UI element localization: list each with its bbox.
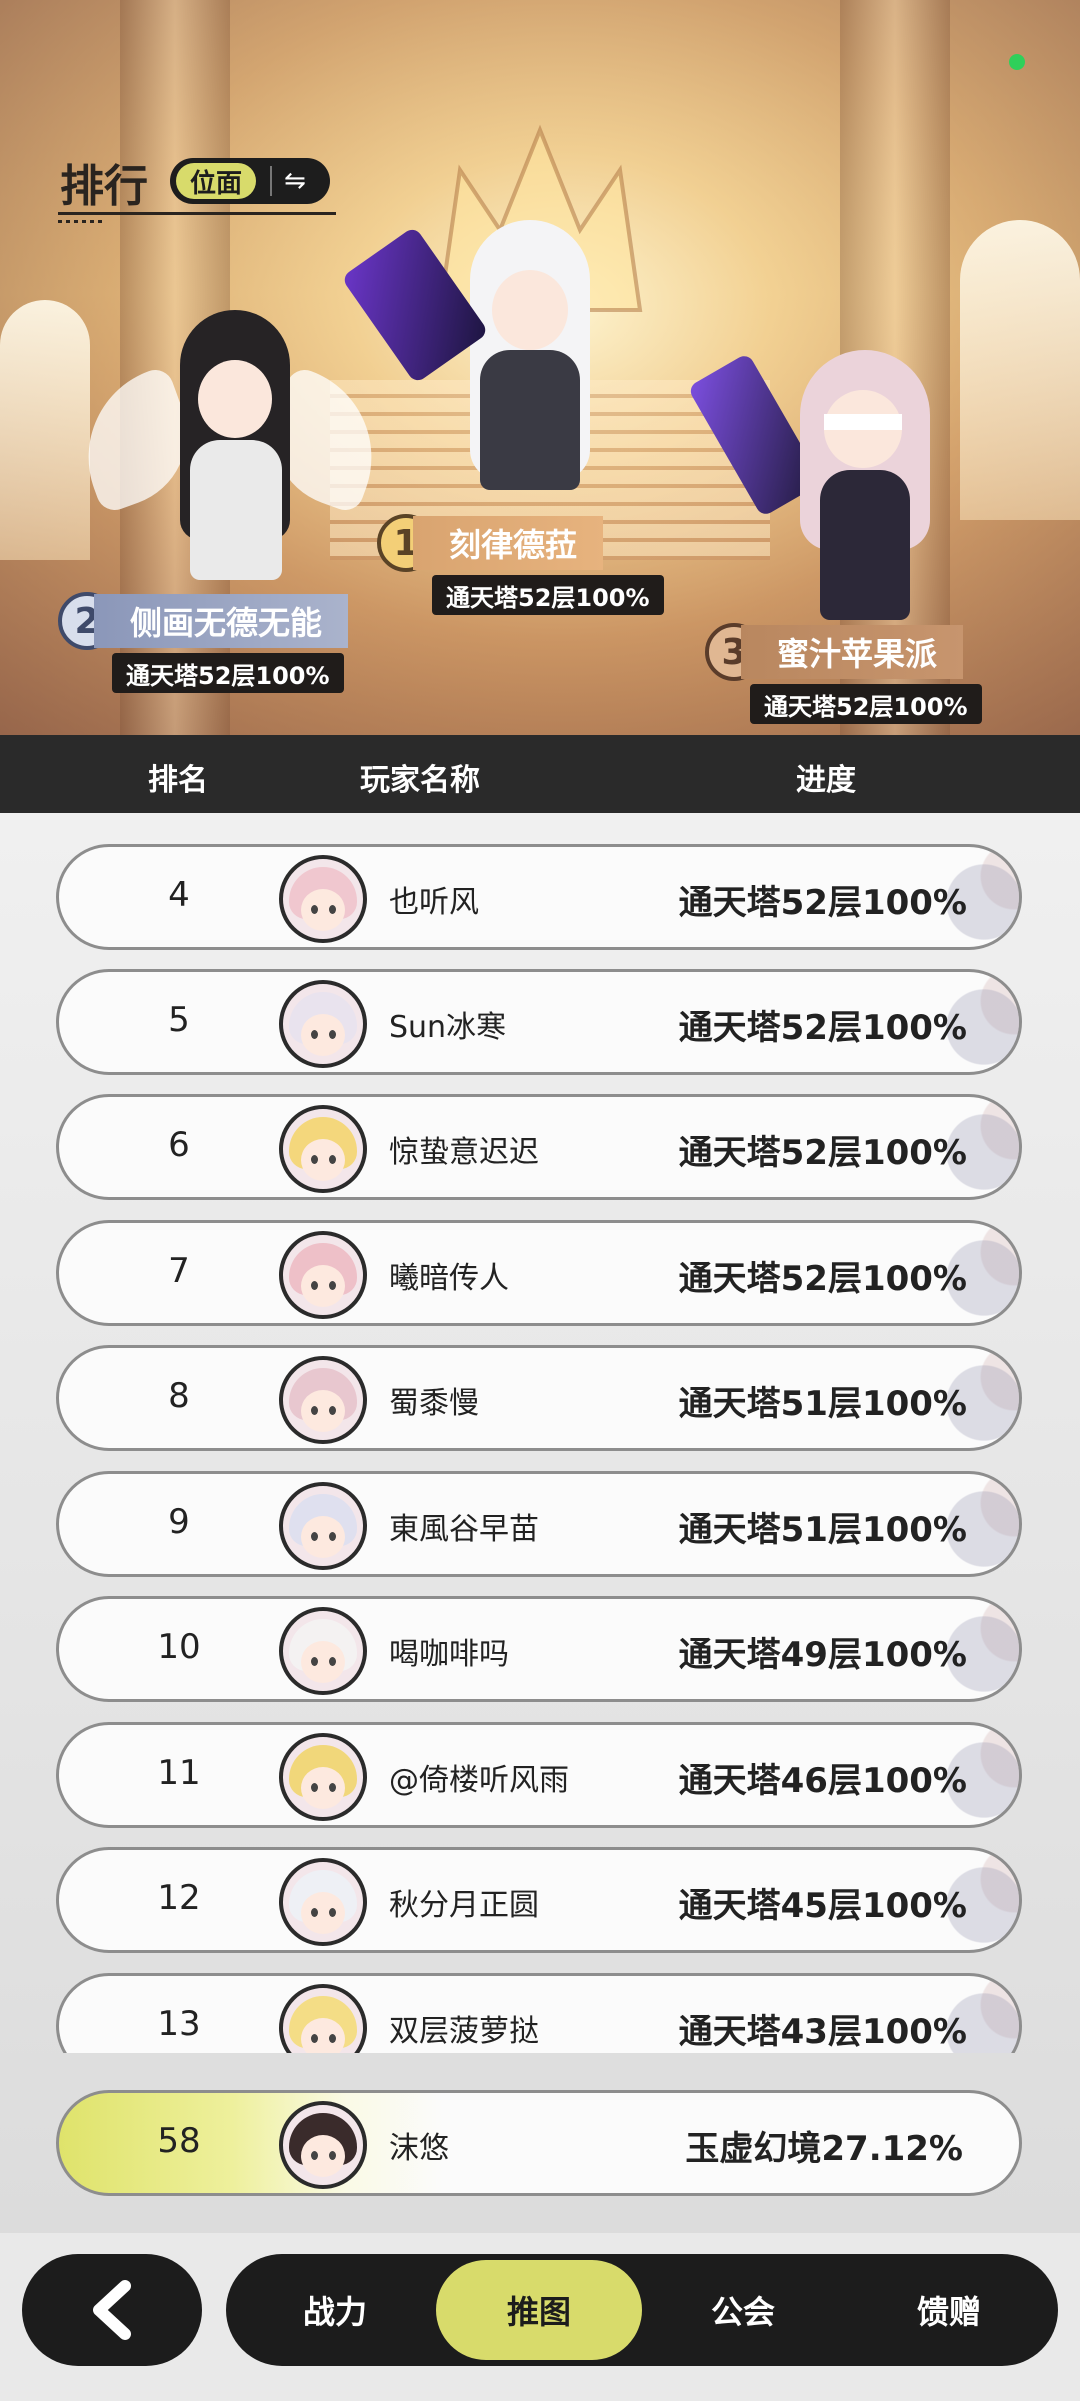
- avatar[interactable]: [279, 1231, 367, 1319]
- realm-switch-button[interactable]: 位面 ⇋: [170, 158, 330, 204]
- avatar[interactable]: [279, 980, 367, 1068]
- table-row[interactable]: 7 曦暗传人 通天塔52层100%: [56, 1220, 1022, 1326]
- avatar[interactable]: [279, 1733, 367, 1821]
- realm-label: 位面: [176, 163, 257, 199]
- rank1-progress: 通天塔52层100%: [432, 575, 664, 615]
- player-progress: 通天塔43层100%: [678, 2012, 967, 2052]
- player-progress: 通天塔45层100%: [678, 1886, 967, 1926]
- player-progress: 通天塔51层100%: [678, 1384, 967, 1424]
- player-progress: 通天塔52层100%: [678, 883, 967, 923]
- player-name: 東風谷早苗: [389, 1512, 539, 1547]
- player-progress: 通天塔49层100%: [678, 1635, 967, 1675]
- player-progress: 通天塔52层100%: [678, 1133, 967, 1173]
- table-row[interactable]: 13 双层菠萝挞 通天塔43层100%: [56, 1973, 1022, 2053]
- player-name: 也听风: [389, 885, 479, 920]
- avatar[interactable]: [279, 855, 367, 943]
- player-name: 秋分月正圆: [389, 1888, 539, 1923]
- avatar[interactable]: [279, 1356, 367, 1444]
- rank2-character[interactable]: [62, 290, 398, 610]
- avatar[interactable]: [279, 1482, 367, 1570]
- tab-guild[interactable]: 公会: [640, 2260, 846, 2360]
- ranking-list[interactable]: 4 也听风 通天塔52层100% 5 Sun冰寒 通天塔52层100% 6 惊蛰…: [0, 813, 1080, 2053]
- swap-icon: ⇋: [270, 166, 306, 196]
- table-row[interactable]: 6 惊蛰意迟迟 通天塔52层100%: [56, 1094, 1022, 1200]
- rank2-name: 侧画无德无能: [94, 594, 349, 648]
- table-row[interactable]: 4 也听风 通天塔52层100%: [56, 844, 1022, 950]
- row-rank: 6: [168, 1125, 190, 1165]
- column-progress: 进度: [796, 763, 856, 798]
- rank3-label: 3 蜜汁苹果派: [705, 623, 964, 681]
- tab-progress[interactable]: 推图: [436, 2260, 642, 2360]
- row-rank: 8: [168, 1376, 190, 1416]
- self-rank-row[interactable]: 58 沫悠 玉虚幻境27.12%: [56, 2090, 1022, 2196]
- player-name: 蜀黍慢: [389, 1386, 479, 1421]
- player-progress: 通天塔51层100%: [678, 1510, 967, 1550]
- table-row[interactable]: 5 Sun冰寒 通天塔52层100%: [56, 969, 1022, 1075]
- avatar[interactable]: [279, 1607, 367, 1695]
- tab-gift[interactable]: 馈赠: [846, 2260, 1052, 2360]
- self-rank: 58: [157, 2121, 201, 2161]
- row-rank: 4: [168, 875, 190, 915]
- row-rank: 13: [157, 2004, 201, 2044]
- self-name: 沫悠: [389, 2131, 449, 2166]
- rank1-label: 1 刻律德菈: [377, 514, 604, 572]
- background-window: [0, 300, 90, 560]
- status-dot: [1009, 54, 1025, 70]
- rank3-progress: 通天塔52层100%: [750, 684, 982, 724]
- column-rank: 排名: [148, 763, 208, 798]
- avatar[interactable]: [279, 1858, 367, 1946]
- table-row[interactable]: 10 喝咖啡吗 通天塔49层100%: [56, 1596, 1022, 1702]
- row-rank: 12: [157, 1878, 201, 1918]
- self-avatar[interactable]: [279, 2101, 367, 2189]
- table-header: 排名 玩家名称 进度: [0, 735, 1080, 813]
- table-row[interactable]: 9 東風谷早苗 通天塔51层100%: [56, 1471, 1022, 1577]
- tab-bar: 战力 推图 公会 馈赠: [226, 2254, 1058, 2366]
- chevron-left-icon: [93, 2280, 131, 2340]
- player-name: 惊蛰意迟迟: [389, 1135, 539, 1170]
- row-rank: 11: [157, 1753, 201, 1793]
- podium-banner: 排行 位面 ⇋ 1 刻律德菈 通天塔52层100% 2 侧画无德无能 通天塔52…: [0, 0, 1080, 735]
- row-rank: 7: [168, 1251, 190, 1291]
- page-title: 排行: [60, 161, 148, 212]
- row-rank: 9: [168, 1502, 190, 1542]
- rank3-name: 蜜汁苹果派: [741, 625, 964, 679]
- player-name: Sun冰寒: [389, 1010, 507, 1045]
- column-player: 玩家名称: [360, 763, 480, 798]
- player-progress: 通天塔52层100%: [678, 1008, 967, 1048]
- rank3-character[interactable]: [687, 340, 980, 640]
- table-row[interactable]: 12 秋分月正圆 通天塔45层100%: [56, 1847, 1022, 1953]
- rank2-label: 2 侧画无德无能: [58, 592, 349, 650]
- player-progress: 通天塔52层100%: [678, 1259, 967, 1299]
- row-rank: 10: [157, 1627, 201, 1667]
- self-progress: 玉虚幻境27.12%: [685, 2129, 963, 2169]
- table-row[interactable]: 11 @倚楼听风雨 通天塔46层100%: [56, 1722, 1022, 1828]
- player-name: 喝咖啡吗: [389, 1637, 509, 1672]
- back-button[interactable]: [22, 2254, 202, 2366]
- rank2-progress: 通天塔52层100%: [112, 653, 344, 693]
- row-rank: 5: [168, 1000, 190, 1040]
- player-name: 双层菠萝挞: [389, 2014, 539, 2049]
- player-progress: 通天塔46层100%: [678, 1761, 967, 1801]
- rank1-character[interactable]: [340, 200, 630, 520]
- player-name: @倚楼听风雨: [389, 1763, 569, 1798]
- title-underline: [58, 212, 336, 215]
- title-dots: [58, 220, 106, 223]
- tab-power[interactable]: 战力: [232, 2260, 438, 2360]
- table-row[interactable]: 8 蜀黍慢 通天塔51层100%: [56, 1345, 1022, 1451]
- rank1-name: 刻律德菈: [413, 516, 604, 570]
- player-name: 曦暗传人: [389, 1261, 509, 1296]
- avatar[interactable]: [279, 1984, 367, 2053]
- avatar[interactable]: [279, 1105, 367, 1193]
